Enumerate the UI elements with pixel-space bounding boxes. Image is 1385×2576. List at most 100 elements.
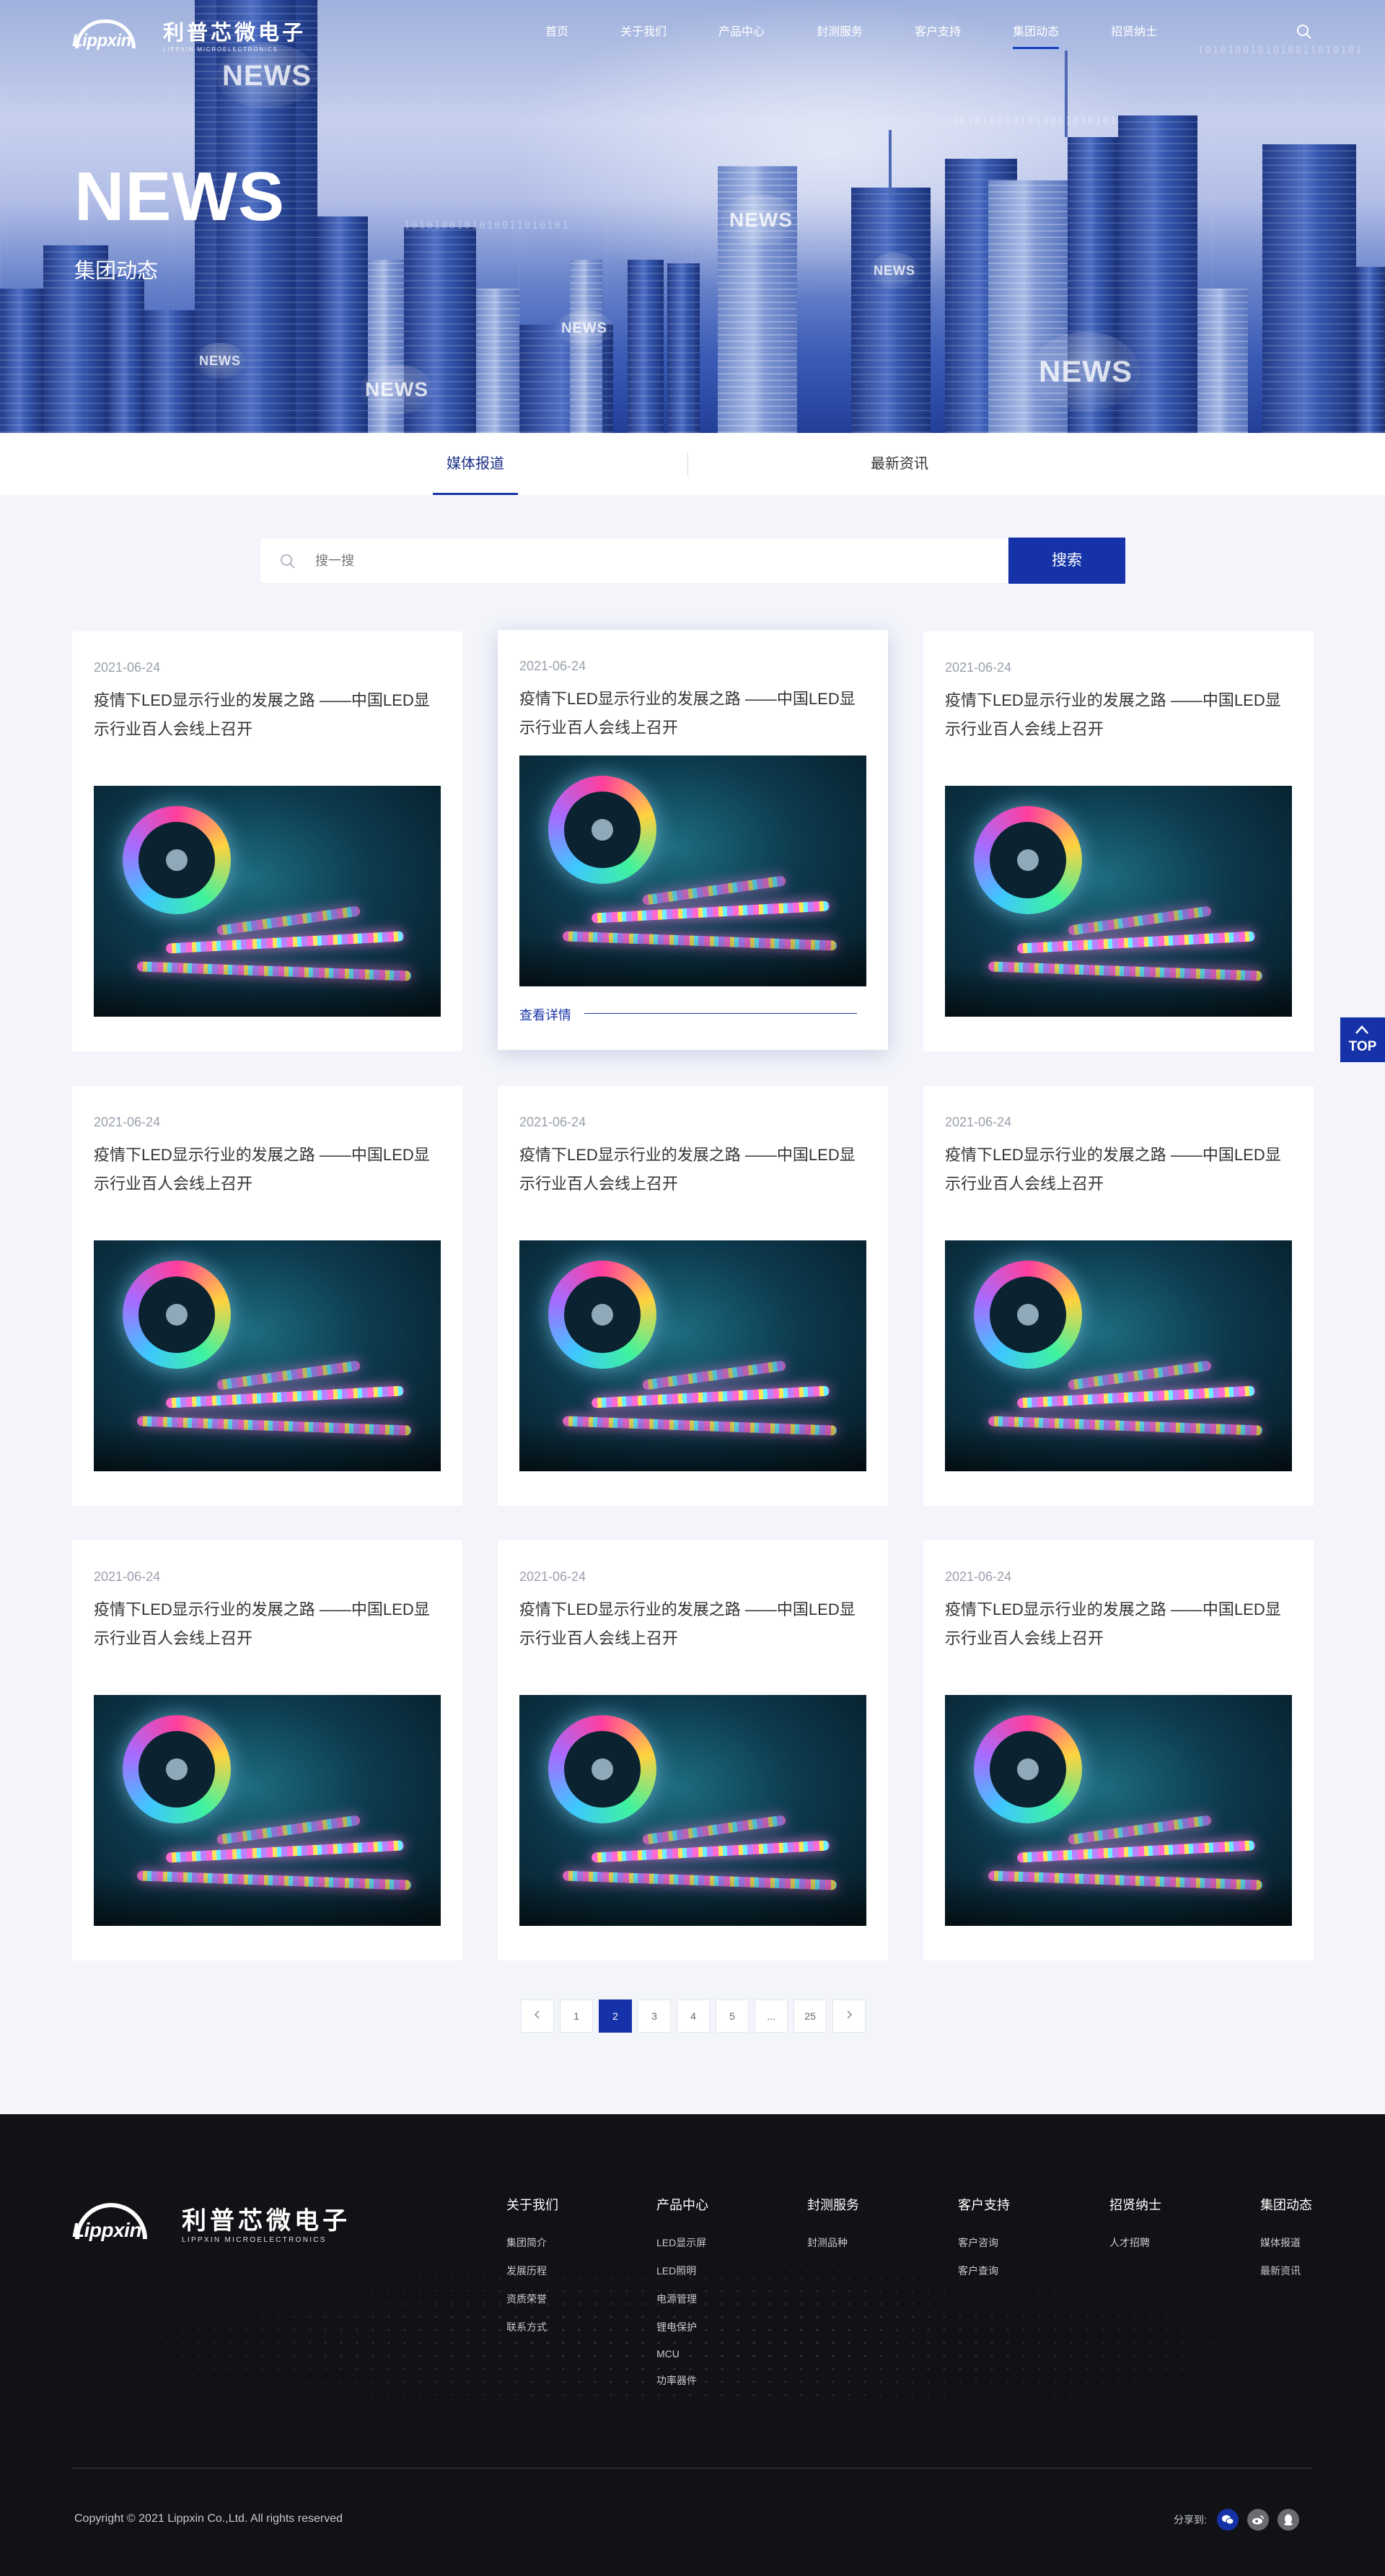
chevron-right-icon [847, 2010, 853, 2019]
news-title[interactable]: 疫情下LED显示行业的发展之路 ——中国LED显示行业百人会线上召开 [519, 685, 869, 742]
news-card[interactable]: 2021-06-24 疫情下LED显示行业的发展之路 ——中国LED显示行业百人会… [923, 1541, 1314, 1961]
news-date: 2021-06-24 [519, 659, 586, 673]
back-to-top-button[interactable]: TOP [1340, 1017, 1385, 1062]
footer-link[interactable]: 媒体报道 [1260, 2235, 1312, 2250]
read-more-link[interactable]: 查看详情 [519, 1005, 571, 1024]
news-thumbnail[interactable] [94, 1695, 441, 1926]
footer-link[interactable]: 封测品种 [807, 2235, 859, 2250]
news-card[interactable]: 2021-06-24 疫情下LED显示行业的发展之路 ——中国LED显示行业百人会… [923, 631, 1314, 1051]
news-card[interactable]: 2021-06-24 疫情下LED显示行业的发展之路 ——中国LED显示行业百人会… [498, 1541, 888, 1961]
news-title[interactable]: 疫情下LED显示行业的发展之路 ——中国LED显示行业百人会线上召开 [945, 1595, 1295, 1653]
page-button[interactable]: 5 [716, 1999, 749, 2033]
news-title[interactable]: 疫情下LED显示行业的发展之路 ——中国LED显示行业百人会线上召开 [94, 1141, 444, 1199]
footer-link[interactable]: 功率器件 [656, 2373, 708, 2388]
led-reel [123, 1261, 231, 1369]
news-thumbnail[interactable] [945, 1240, 1292, 1471]
binary-text: 1010100101010011010101 [952, 115, 1118, 127]
led-strip [641, 1815, 787, 1845]
news-thumbnail[interactable] [519, 1695, 866, 1926]
news-date: 2021-06-24 [945, 1115, 1012, 1129]
page-next-button[interactable] [832, 1999, 866, 2033]
footer-logo[interactable]: Lippxin 利普芯微电子 LIPPXIN MICROELECTRONICS [72, 2201, 351, 2244]
search-icon[interactable] [1296, 24, 1312, 40]
footer-column-heading[interactable]: 封测服务 [807, 2195, 859, 2214]
footer-link[interactable]: 发展历程 [506, 2264, 558, 2278]
page-button[interactable]: 3 [638, 1999, 671, 2033]
read-more-line [584, 1013, 857, 1014]
news-date: 2021-06-24 [519, 1569, 586, 1584]
page-button[interactable]: 4 [677, 1999, 710, 2033]
search-button[interactable]: 搜索 [1008, 538, 1125, 584]
footer-link[interactable]: 最新资讯 [1260, 2264, 1312, 2278]
news-thumbnail[interactable] [94, 1240, 441, 1471]
footer-column-heading[interactable]: 产品中心 [656, 2195, 708, 2214]
nav-item-products[interactable]: 产品中心 [718, 22, 765, 39]
footer-column-heading[interactable]: 关于我们 [506, 2195, 558, 2214]
tab-media-reports[interactable]: 媒体报道 [433, 433, 518, 495]
nav-item-about[interactable]: 关于我们 [620, 22, 667, 39]
led-strip [641, 875, 787, 906]
news-title[interactable]: 疫情下LED显示行业的发展之路 ——中国LED显示行业百人会线上召开 [945, 1141, 1295, 1199]
nav-item-news[interactable]: 集团动态 [1013, 22, 1060, 49]
news-thumbnail[interactable] [519, 1240, 866, 1471]
news-card[interactable]: 2021-06-24 疫情下LED显示行业的发展之路 ——中国LED显示行业百人会… [498, 630, 888, 1050]
search-input[interactable] [315, 538, 964, 583]
news-title[interactable]: 疫情下LED显示行业的发展之路 ——中国LED显示行业百人会线上召开 [94, 1595, 444, 1653]
news-card[interactable]: 2021-06-24 疫情下LED显示行业的发展之路 ——中国LED显示行业百人会… [72, 1541, 462, 1961]
footer-link[interactable]: 客户咨询 [958, 2235, 1010, 2250]
news-card[interactable]: 2021-06-24 疫情下LED显示行业的发展之路 ——中国LED显示行业百人会… [72, 1086, 462, 1506]
footer-link[interactable]: 电源管理 [656, 2292, 708, 2306]
weibo-icon[interactable] [1246, 2509, 1269, 2531]
logo-en-name: LIPPXIN MICROELECTRONICS [163, 46, 278, 53]
news-card[interactable]: 2021-06-24 疫情下LED显示行业的发展之路 ——中国LED显示行业百人会… [923, 1086, 1314, 1506]
site-logo[interactable]: Lippxin 利普芯微电子 LIPPXIN MICROELECTRONICS [72, 16, 306, 53]
nav-item-support[interactable]: 客户支持 [915, 22, 961, 39]
news-title[interactable]: 疫情下LED显示行业的发展之路 ——中国LED显示行业百人会线上召开 [519, 1595, 869, 1653]
tab-latest-news[interactable]: 最新资讯 [857, 433, 942, 495]
news-title[interactable]: 疫情下LED显示行业的发展之路 ——中国LED显示行业百人会线上召开 [94, 686, 444, 744]
footer-link[interactable]: LED显示屏 [656, 2235, 708, 2250]
footer-link[interactable]: 资质荣誉 [506, 2292, 558, 2306]
qq-icon[interactable] [1277, 2509, 1299, 2531]
led-reel [974, 1715, 1082, 1823]
news-thumbnail[interactable] [945, 1695, 1292, 1926]
led-strip [165, 1840, 405, 1863]
page-prev-button[interactable] [521, 1999, 554, 2033]
footer-link[interactable]: 客户查询 [958, 2264, 1010, 2278]
footer-link[interactable]: 联系方式 [506, 2320, 558, 2334]
news-card[interactable]: 2021-06-24 疫情下LED显示行业的发展之路 ——中国LED显示行业百人会… [72, 631, 462, 1051]
nav-item-careers[interactable]: 招贤纳士 [1111, 22, 1157, 39]
news-thumbnail[interactable] [945, 786, 1292, 1017]
led-strip [165, 931, 405, 954]
wechat-icon[interactable] [1216, 2509, 1239, 2531]
news-date: 2021-06-24 [94, 1569, 161, 1584]
page-button-current[interactable]: 2 [599, 1999, 632, 2033]
logo-wordmark: Lippxin [72, 30, 131, 51]
led-strip [1016, 1385, 1256, 1409]
news-badge: NEWS [216, 43, 317, 108]
footer-link[interactable]: LED照明 [656, 2264, 708, 2278]
footer-link[interactable]: 锂电保护 [656, 2320, 708, 2334]
news-date: 2021-06-24 [519, 1115, 586, 1129]
news-title[interactable]: 疫情下LED显示行业的发展之路 ——中国LED显示行业百人会线上召开 [945, 686, 1295, 744]
footer-column-heading[interactable]: 集团动态 [1260, 2195, 1312, 2214]
news-card[interactable]: 2021-06-24 疫情下LED显示行业的发展之路 ——中国LED显示行业百人会… [498, 1086, 888, 1506]
page-button[interactable]: 1 [560, 1999, 593, 2033]
led-strip [1016, 1840, 1256, 1863]
news-thumbnail[interactable] [94, 786, 441, 1017]
footer-link[interactable]: 人才招聘 [1109, 2235, 1161, 2250]
footer-column: 产品中心 LED显示屏 LED照明电源管理锂电保护 MCU 功率器件 [656, 2195, 708, 2401]
footer-column-heading[interactable]: 客户支持 [958, 2195, 1010, 2214]
footer-link[interactable]: 集团简介 [506, 2235, 558, 2250]
nav-item-packaging[interactable]: 封测服务 [817, 22, 863, 39]
news-badge: NEWS [1032, 332, 1140, 411]
news-thumbnail[interactable] [519, 755, 866, 986]
nav-item-home[interactable]: 首页 [545, 22, 568, 39]
footer-link[interactable]: MCU [656, 2348, 708, 2360]
footer-column-heading[interactable]: 招贤纳士 [1109, 2195, 1161, 2214]
chevron-left-icon [534, 2010, 540, 2019]
news-date: 2021-06-24 [945, 660, 1012, 675]
footer-column: 封测服务 封测品种 [807, 2195, 859, 2264]
page-button[interactable]: 25 [793, 1999, 827, 2033]
news-title[interactable]: 疫情下LED显示行业的发展之路 ——中国LED显示行业百人会线上召开 [519, 1141, 869, 1199]
